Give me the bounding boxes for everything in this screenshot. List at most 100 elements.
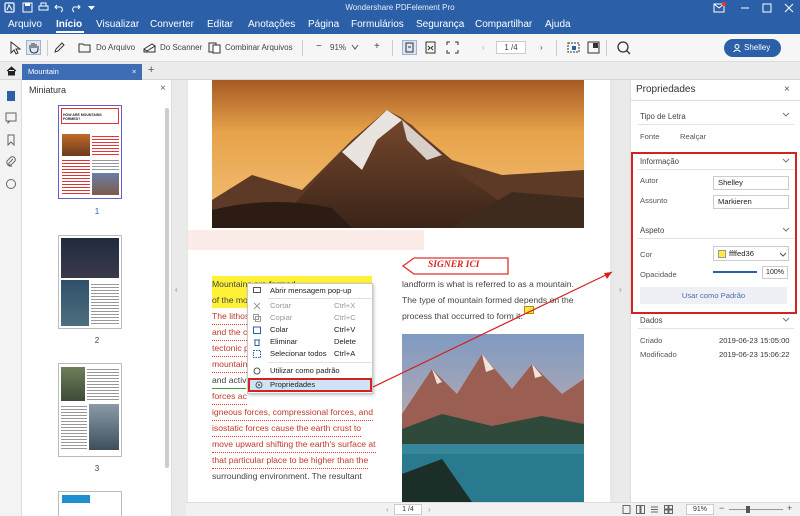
snapshot-icon[interactable]	[566, 40, 581, 55]
zoom-in-button[interactable]: +	[374, 41, 380, 52]
thumbnail-page-3[interactable]	[58, 363, 122, 457]
chevron-down-icon[interactable]	[782, 315, 790, 323]
thumbnail-page-1[interactable]: HOW ARE MOUNTAINS FORMED?	[58, 105, 122, 199]
context-use-as-default[interactable]: Utilizar como padrão	[248, 365, 372, 377]
menu-ajuda[interactable]: Ajuda	[545, 19, 571, 31]
scissors-icon	[253, 302, 261, 310]
menu-arquivo[interactable]: Arquivo	[8, 19, 42, 31]
chevron-down-icon[interactable]	[782, 156, 790, 164]
menu-seguranca[interactable]: Segurança	[416, 19, 464, 31]
font-tab[interactable]: Fonte	[640, 132, 659, 141]
status-zoom-out[interactable]: −	[719, 503, 724, 513]
user-account-button[interactable]: Shelley	[724, 39, 781, 57]
collapse-left-icon[interactable]: ‹	[175, 285, 178, 294]
attachments-icon[interactable]	[5, 156, 17, 168]
two-page-view-icon[interactable]	[636, 505, 645, 514]
opacity-value[interactable]: 100%	[762, 266, 788, 279]
context-paste[interactable]: Colar Ctrl+V	[248, 324, 372, 336]
subject-field[interactable]: Markieren	[713, 195, 789, 209]
context-properties[interactable]: Propriedades	[248, 378, 372, 392]
scroll-view-icon[interactable]	[650, 505, 659, 514]
folder-icon[interactable]	[77, 40, 92, 55]
search-icon[interactable]	[616, 40, 631, 55]
fullscreen-icon[interactable]	[445, 40, 460, 55]
collapse-right-icon[interactable]: ›	[619, 285, 622, 294]
single-page-view-icon[interactable]	[622, 505, 631, 514]
data-section-header[interactable]: Dados	[640, 316, 663, 325]
fit-width-icon[interactable]	[423, 40, 438, 55]
zoom-slider-handle[interactable]	[746, 506, 750, 513]
fit-page-icon[interactable]	[402, 40, 417, 55]
divider	[638, 124, 794, 125]
menu-formularios[interactable]: Formulários	[351, 19, 404, 31]
edit-icon[interactable]	[52, 40, 67, 55]
menu-converter[interactable]: Converter	[150, 19, 194, 31]
close-panel-icon[interactable]: ×	[160, 83, 166, 94]
menu-inicio[interactable]: Início	[56, 19, 82, 31]
left-panel-collapse-strip[interactable]: ‹	[172, 80, 186, 516]
prev-page-button[interactable]: ‹	[482, 43, 485, 52]
menu-editar[interactable]: Editar	[207, 19, 233, 31]
status-next-page[interactable]: ›	[428, 505, 431, 514]
from-file-button[interactable]: Do Arquivo	[96, 43, 135, 52]
status-page-input[interactable]: 1 /4	[394, 504, 422, 515]
crop-icon[interactable]	[586, 40, 601, 55]
thumbnail-scrollbar[interactable]	[165, 108, 169, 468]
thumbnail-page-2[interactable]	[58, 235, 122, 329]
zoom-out-button[interactable]: −	[316, 41, 322, 52]
font-section-header[interactable]: Tipo de Letra	[640, 112, 686, 121]
page-number-input[interactable]: 1 /4	[496, 41, 526, 54]
modified-label: Modificado	[640, 350, 677, 359]
close-properties-icon[interactable]: ×	[784, 84, 790, 95]
opacity-slider[interactable]	[713, 271, 757, 273]
context-delete[interactable]: Eliminar Delete	[248, 336, 372, 348]
author-field[interactable]: Shelley	[713, 176, 789, 190]
highlight-tab[interactable]: Realçar	[680, 132, 706, 141]
thumbnail-panel-title: Miniatura	[29, 85, 67, 95]
context-open-popup[interactable]: Abrir mensagem pop-up	[248, 285, 372, 297]
maximize-icon[interactable]	[760, 1, 774, 15]
zoom-dropdown-icon[interactable]	[350, 42, 360, 52]
notification-icon[interactable]	[712, 1, 726, 15]
bookmarks-icon[interactable]	[5, 134, 17, 146]
from-scanner-button[interactable]: Do Scanner	[160, 43, 202, 52]
color-value: ffffed36	[729, 249, 754, 258]
menu-anotacoes[interactable]: Anotações	[248, 19, 295, 31]
new-tab-button[interactable]: +	[148, 64, 154, 76]
close-tab-icon[interactable]: ×	[132, 64, 136, 79]
copy-icon	[253, 314, 261, 322]
scanner-icon[interactable]	[142, 40, 157, 55]
right-panel-collapse-strip[interactable]: ›	[614, 80, 630, 516]
context-select-all[interactable]: Selecionar todos Ctrl+A	[248, 348, 372, 360]
combine-icon[interactable]	[207, 40, 222, 55]
hand-tool-icon[interactable]	[26, 40, 41, 55]
thumbnail-page-4[interactable]	[58, 491, 122, 516]
context-cut[interactable]: Cortar Ctrl+X	[248, 300, 372, 312]
appearance-section-header[interactable]: Aspeto	[640, 226, 664, 235]
status-zoom-in[interactable]: +	[787, 503, 792, 513]
zoom-slider[interactable]	[729, 509, 783, 510]
chevron-down-icon[interactable]	[782, 225, 790, 233]
use-as-default-button[interactable]: Usar como Padrão	[640, 287, 787, 304]
status-zoom-value[interactable]: 91%	[686, 504, 714, 515]
select-cursor-icon[interactable]	[8, 40, 23, 55]
info-section-header[interactable]: Informação	[640, 157, 679, 166]
comments-icon[interactable]	[5, 112, 17, 124]
menu-compartilhar[interactable]: Compartilhar	[475, 19, 532, 31]
minimize-icon[interactable]	[738, 1, 752, 15]
chevron-down-icon[interactable]	[782, 110, 790, 118]
status-prev-page[interactable]: ‹	[386, 505, 389, 514]
tab-mountain[interactable]: Mountain ×	[22, 64, 142, 80]
grid-view-icon[interactable]	[664, 505, 673, 514]
home-icon[interactable]	[6, 66, 17, 76]
menu-visualizar[interactable]: Visualizar	[96, 19, 139, 31]
combine-files-button[interactable]: Combinar Arquivos	[225, 43, 293, 52]
zoom-level[interactable]: 91%	[330, 43, 346, 52]
circle-icon[interactable]	[5, 178, 17, 190]
menu-pagina[interactable]: Página	[308, 19, 339, 31]
context-copy[interactable]: Copiar Ctrl+C	[248, 312, 372, 324]
color-picker[interactable]: ffffed36	[713, 246, 789, 261]
thumbnails-icon[interactable]	[5, 90, 17, 102]
next-page-button[interactable]: ›	[540, 43, 543, 52]
close-icon[interactable]	[782, 1, 796, 15]
